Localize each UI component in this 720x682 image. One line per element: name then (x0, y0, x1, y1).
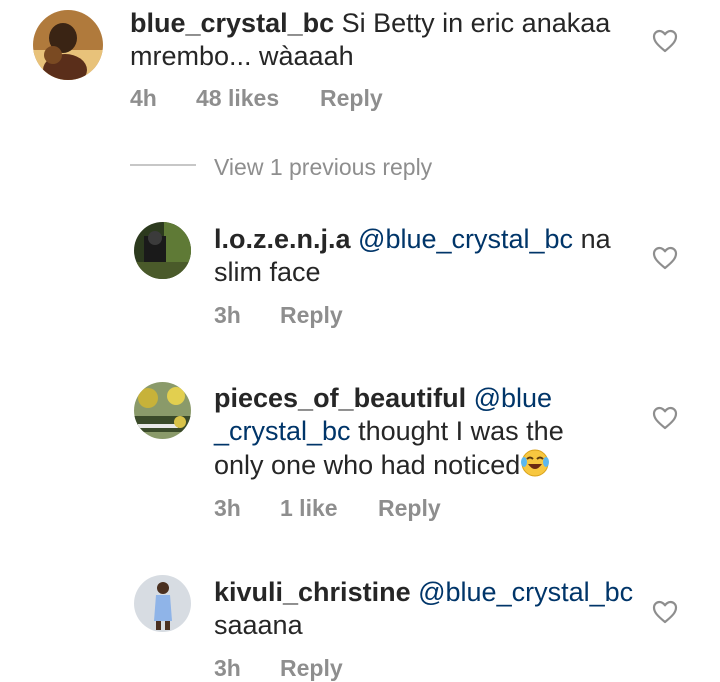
comment-username[interactable]: l.o.z.e.n.j.a (214, 224, 351, 254)
comment-likes[interactable]: 48 likes (196, 85, 279, 112)
heart-outline-icon[interactable] (652, 406, 678, 430)
heart-outline-icon[interactable] (652, 600, 678, 624)
face-with-tears-of-joy-icon (521, 449, 550, 477)
comment-time: 4h (130, 85, 157, 111)
reply-button[interactable]: Reply (378, 495, 441, 522)
comment-time: 3h (214, 302, 241, 328)
comment-mention[interactable]: @blue (474, 383, 552, 413)
comment-text: l.o.z.e.n.j.a @blue_crystal_bc na slim f… (214, 223, 634, 289)
heart-outline-icon[interactable] (652, 29, 678, 53)
avatar[interactable] (134, 382, 191, 439)
heart-outline-icon[interactable] (652, 246, 678, 270)
reply-button[interactable]: Reply (320, 85, 383, 112)
avatar[interactable] (134, 575, 191, 632)
avatar[interactable] (134, 222, 191, 279)
thread-divider (130, 164, 196, 166)
avatar[interactable] (33, 10, 103, 80)
comment-time: 3h (214, 655, 241, 681)
comment-username[interactable]: blue_crystal_bc (130, 8, 334, 38)
comment-body: thought I was the (358, 416, 564, 446)
comment-username[interactable]: kivuli_christine (214, 577, 411, 607)
comment-text: pieces_of_beautiful @blue _crystal_bc th… (214, 382, 634, 482)
reply-button[interactable]: Reply (280, 302, 343, 329)
comment-username[interactable]: pieces_of_beautiful (214, 383, 466, 413)
comment-likes[interactable]: 1 like (280, 495, 338, 522)
comment-text: kivuli_christine @blue_crystal_bc saaana (214, 576, 634, 642)
reply-button[interactable]: Reply (280, 655, 343, 682)
comment-body-continued: only one who had noticed (214, 450, 521, 480)
comment-mention-continued[interactable]: _crystal_bc (214, 416, 351, 446)
comment-time: 3h (214, 495, 241, 521)
comment-mention[interactable]: @blue_crystal_bc (418, 577, 633, 607)
comment-text: blue_crystal_bc Si Betty in eric anakaa … (130, 7, 630, 73)
comment-mention[interactable]: @blue_crystal_bc (358, 224, 573, 254)
comment-body: saaana (214, 610, 303, 640)
view-previous-replies[interactable]: View 1 previous reply (214, 154, 432, 181)
